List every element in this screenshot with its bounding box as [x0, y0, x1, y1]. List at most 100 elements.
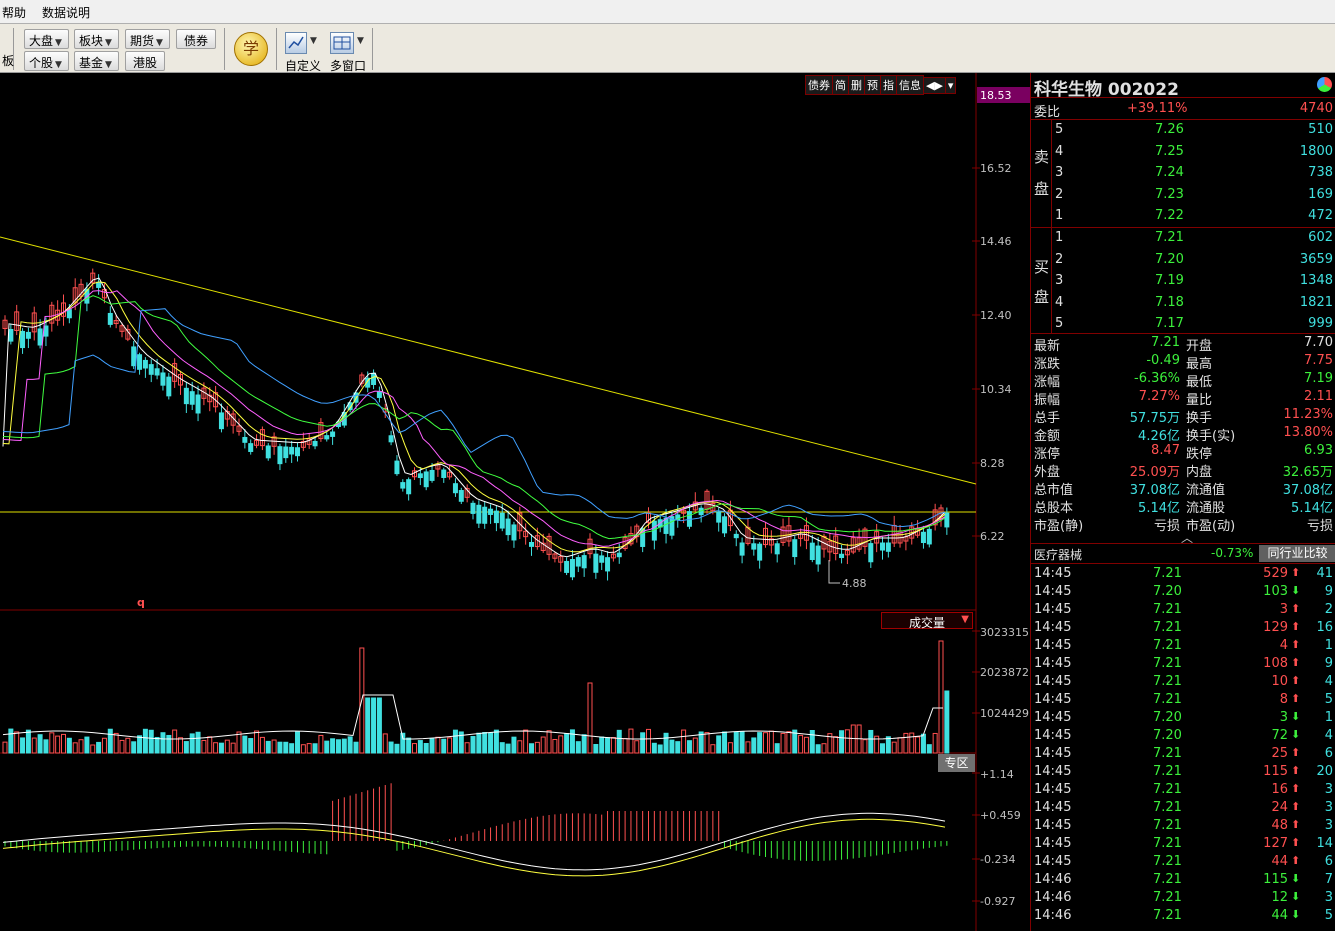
tick-price: 7.21	[1153, 692, 1182, 707]
industry-compare-button[interactable]: 同行业比较	[1259, 545, 1335, 562]
stat-label: 最新	[1034, 339, 1061, 354]
volume-bar	[283, 741, 289, 754]
buy-volume: 1348	[1299, 273, 1333, 288]
volume-bar	[511, 736, 517, 754]
tick-time: 14:46	[1034, 908, 1072, 923]
btn-qihuo[interactable]: 期货 ▼	[125, 29, 171, 49]
tick-volume: 115	[1263, 872, 1288, 887]
volume-bar	[37, 734, 43, 754]
volume-indicator-select[interactable]: 成交量 ▼	[881, 612, 973, 630]
buy-level: 2	[1055, 251, 1064, 267]
divider	[1031, 97, 1335, 98]
arrow-up-icon: ⬆	[1291, 620, 1301, 633]
buy-price[interactable]: 7.21	[1155, 230, 1184, 245]
chart-tool-indicator[interactable]: 指	[880, 75, 897, 95]
volume-bar	[14, 731, 20, 754]
volume-bar	[341, 738, 347, 754]
volume-bar	[90, 744, 96, 754]
btn-bankuai[interactable]: 板块 ▼	[74, 29, 120, 49]
chevron-down-icon: ▼	[55, 38, 62, 48]
chevron-down-icon[interactable]: ▾	[944, 77, 957, 94]
sell-price[interactable]: 7.23	[1155, 187, 1184, 202]
toolbar-divider	[224, 28, 225, 70]
buy-price[interactable]: 7.17	[1155, 316, 1184, 331]
volume-bar	[236, 731, 242, 754]
volume-bar	[335, 739, 341, 754]
btn-dapan[interactable]: 大盘 ▼	[24, 29, 70, 49]
kline-chart-svg[interactable]: 18.53 16.52 14.46 12.40 10.34 8.28 6.22 …	[0, 73, 1030, 931]
menu-data-notes[interactable]: 数据说明	[42, 4, 90, 21]
chart-tool-bond[interactable]: 债券	[805, 75, 833, 95]
chevron-down-icon[interactable]: ▼	[310, 36, 317, 46]
chart-tool-forecast[interactable]: 预	[864, 75, 881, 95]
xue-icon[interactable]: 学	[234, 32, 268, 66]
kline-chart-area[interactable]: 18.53 16.52 14.46 12.40 10.34 8.28 6.22 …	[0, 73, 1030, 931]
volume-bar	[295, 731, 300, 754]
volume-bar	[72, 742, 78, 754]
stat-value: 57.75万	[1129, 411, 1180, 426]
sell-price[interactable]: 7.26	[1155, 122, 1184, 137]
sell-volume: 510	[1308, 122, 1333, 137]
multi-window-label[interactable]: 多窗口	[330, 57, 366, 74]
btn-jijin[interactable]: 基金 ▼	[74, 51, 120, 71]
sell-price[interactable]: 7.25	[1155, 144, 1184, 159]
buy-level: 3	[1055, 273, 1064, 288]
stat-label: 内盘	[1186, 465, 1213, 480]
custom-label[interactable]: 自定义	[285, 57, 321, 74]
volume-bar	[733, 731, 739, 754]
chart-tool-expand-icon[interactable]: ◀▶	[923, 77, 946, 94]
candle-body	[505, 518, 511, 536]
tick-time: 14:45	[1034, 620, 1072, 635]
buy-price[interactable]: 7.19	[1155, 273, 1184, 288]
stat-label: 流通股	[1186, 501, 1226, 516]
volume-bar	[862, 739, 868, 754]
sell-price[interactable]: 7.24	[1155, 165, 1184, 180]
volume-bar	[195, 731, 201, 754]
candle-body	[920, 531, 926, 544]
chart-tool-delete[interactable]: 删	[848, 75, 865, 95]
chevron-down-icon[interactable]: ▼	[357, 36, 364, 46]
volume-bar	[757, 732, 763, 754]
sell-price[interactable]: 7.22	[1155, 208, 1184, 223]
app-window: 帮助 数据说明 板 大盘 ▼ 板块 ▼ 期货 ▼ 债券 个股 ▼ 基金 ▼ 港股 学 ▼ …	[0, 0, 1335, 931]
volume-tick: 2023872	[980, 666, 1029, 679]
buy-price[interactable]: 7.20	[1155, 252, 1184, 267]
price-tick: 6.22	[980, 530, 1005, 543]
tick-volume: 48	[1271, 818, 1288, 833]
arrow-up-icon: ⬆	[1291, 782, 1301, 795]
menu-bar: 帮助 数据说明	[0, 0, 1335, 24]
volume-bar	[49, 732, 55, 754]
volume-bar	[885, 736, 891, 754]
candle-body	[417, 473, 423, 479]
stat-label: 换手	[1186, 411, 1213, 426]
buy-price[interactable]: 7.18	[1155, 295, 1184, 310]
volume-bar	[616, 729, 622, 754]
multi-window-icon[interactable]	[330, 32, 354, 54]
btn-gegu[interactable]: 个股 ▼	[24, 51, 70, 71]
price-tick: 12.40	[980, 309, 1012, 322]
volume-bar	[657, 744, 663, 754]
industry-name[interactable]: 医疗器械	[1034, 546, 1082, 563]
volume-bar	[406, 737, 412, 754]
candle-body	[733, 533, 739, 539]
volume-bar	[66, 737, 72, 754]
volume-bar	[558, 735, 564, 754]
menu-help[interactable]: 帮助	[2, 4, 26, 21]
tick-price: 7.20	[1153, 728, 1182, 743]
pie-icon[interactable]	[1317, 77, 1332, 92]
chart-tool-info[interactable]: 信息	[896, 75, 924, 95]
tick-price: 7.20	[1153, 584, 1182, 599]
stat-label: 涨跌	[1034, 357, 1061, 372]
custom-chart-icon[interactable]	[285, 32, 307, 54]
btn-ganggu[interactable]: 港股	[125, 51, 166, 71]
tick-count: 1	[1324, 638, 1333, 653]
tick-time: 14:45	[1034, 602, 1072, 617]
btn-zhaiquan[interactable]: 债券	[176, 29, 217, 49]
zone-button[interactable]: 专区	[938, 754, 975, 772]
tick-price: 7.21	[1153, 566, 1182, 581]
volume-bar	[148, 729, 154, 754]
volume-bar	[798, 734, 804, 754]
divider	[1031, 563, 1335, 564]
chart-tool-simple[interactable]: 简	[832, 75, 849, 95]
candle-body	[423, 471, 429, 488]
